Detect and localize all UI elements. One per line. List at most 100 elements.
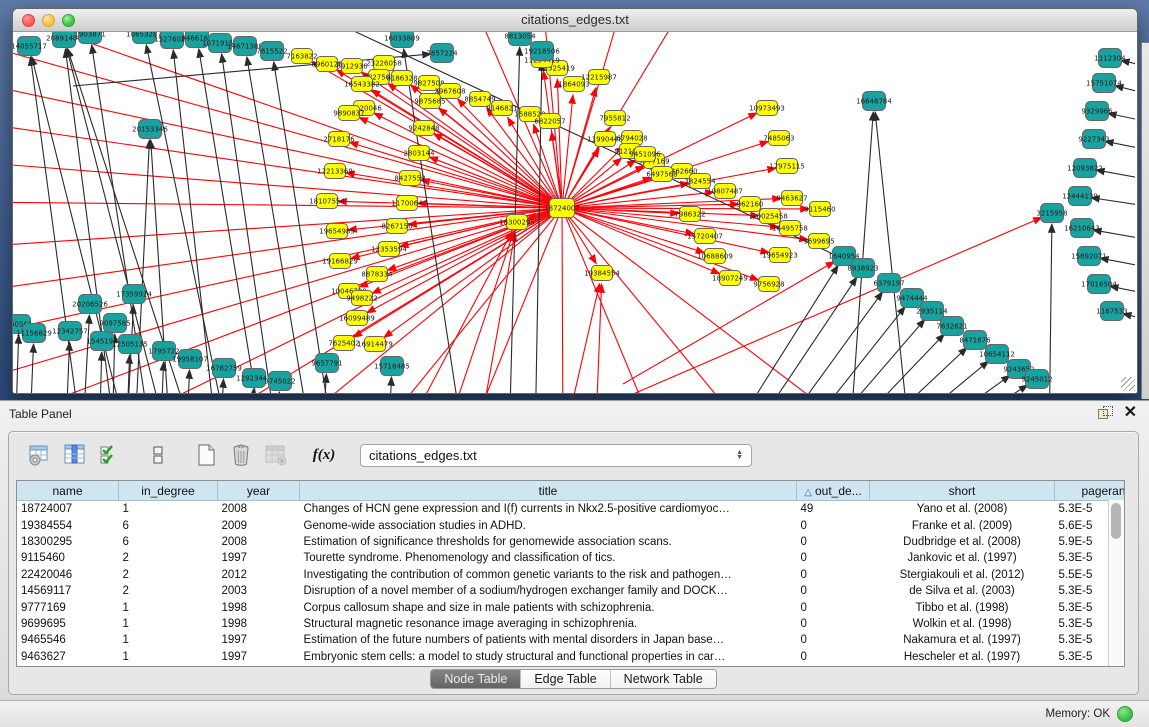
column-header-pagerank[interactable]: pagerank [1055,481,1126,501]
graph-node[interactable]: 7485063 [763,131,794,146]
table-row[interactable]: 2242004622012Investigating the contribut… [17,567,1125,583]
graph-node[interactable]: 15692071 [1071,247,1107,266]
graph-node[interactable]: 8938923 [847,259,878,278]
network-window-titlebar[interactable]: citations_edges.txt [13,9,1137,32]
create-column-icon[interactable] [193,442,219,468]
network-table-select[interactable]: citations_edges.txt ▲▼ [360,444,752,467]
table-row[interactable]: 1872400712008Changes of HCN gene express… [17,501,1125,518]
tab-node-table[interactable]: Node Table [431,670,521,688]
graph-node[interactable]: 9745022 [264,372,295,391]
graph-node[interactable]: 20206526 [72,295,108,314]
graph-node[interactable]: 962160 [737,197,764,212]
graph-node[interactable]: 1167533 [1096,302,1127,321]
graph-node[interactable]: 12093822 [1067,159,1103,178]
graph-node[interactable]: 19384554 [584,266,620,281]
sort-ascending-icon: △ [804,487,812,498]
zoom-window-button[interactable] [62,14,75,27]
graph-node[interactable]: 16099489 [339,311,375,326]
minimize-window-button[interactable] [42,14,55,27]
float-panel-icon[interactable] [1098,406,1112,420]
graph-node[interactable]: 12342757 [52,322,88,341]
scrollbar-thumb[interactable] [1111,503,1121,539]
column-header-year[interactable]: year [218,481,300,501]
graph-node[interactable]: 9227343 [1078,130,1109,149]
table-row[interactable]: 1938455462009Genome-wide association stu… [17,517,1125,533]
window-resize-grip[interactable] [1121,377,1135,391]
row-height-icon[interactable] [145,442,171,468]
show-columns-icon[interactable] [62,442,88,468]
network-canvas[interactable]: 1872400771638228960128891293623226058982… [13,32,1137,393]
graph-node[interactable]: 17359924 [116,285,152,304]
graph-node[interactable]: 9657791 [311,354,342,373]
graph-node[interactable]: 10807487 [707,184,743,199]
graph-node[interactable]: 7955812 [599,111,630,126]
column-header-out_de...[interactable]: △out_de... [797,481,870,501]
svg-text:6794028: 6794028 [616,135,647,143]
close-panel-icon[interactable]: ✕ [1124,406,1137,420]
graph-node[interactable]: 7632621 [936,317,967,336]
network-view-window[interactable]: citations_edges.txt 18724007716382289601… [12,8,1138,394]
graph-node[interactable]: 14055717 [13,37,47,56]
tab-edge-table[interactable]: Edge Table [521,670,610,688]
table-row[interactable]: 969969511998Structural magnetic resonanc… [17,616,1125,632]
graph-node[interactable]: 15751074 [1086,74,1122,93]
svg-text:7986322: 7986322 [674,211,705,219]
column-header-in_degree[interactable]: in_degree [119,481,218,501]
tab-network-table[interactable]: Network Table [611,670,716,688]
table-row[interactable]: 1830029562008Estimation of significance … [17,534,1125,550]
table-row[interactable]: 946554611997Estimation of the future num… [17,632,1125,648]
graph-node[interactable]: 6379197 [873,274,904,293]
select-all-icon[interactable] [97,442,123,468]
graph-node[interactable]: 23226058 [366,56,402,71]
graph-node[interactable]: 7857224 [426,44,458,63]
graph-node[interactable]: 1170064 [391,196,423,211]
graph-node[interactable]: 9463627 [776,191,807,206]
graph-node[interactable]: 19654923 [762,248,798,263]
column-header-short[interactable]: short [870,481,1055,501]
graph-node[interactable]: 16648784 [856,92,892,111]
graph-node[interactable]: 19654985 [319,224,355,239]
close-window-button[interactable] [22,14,35,27]
graph-node[interactable]: 19166829 [322,254,358,269]
graph-node[interactable]: 9756928 [753,277,784,292]
graph-node[interactable]: 17016504 [1081,275,1117,294]
graph-node[interactable]: 18724007 [544,199,580,218]
function-builder-icon[interactable]: f(x) [311,442,337,468]
table-type-segmented-control[interactable]: Node TableEdge TableNetwork Table [430,669,716,689]
delete-trash-icon[interactable] [228,442,254,468]
svg-text:12353594: 12353594 [371,246,407,254]
graph-node[interactable]: 12353594 [371,242,407,257]
graph-node[interactable]: 9097585 [99,314,130,333]
graph-node[interactable]: 16033809 [384,32,420,48]
graph-node[interactable]: 2803144 [403,146,435,161]
graph-node[interactable]: 8878334 [361,267,393,282]
select-arrows-icon: ▲▼ [736,450,743,460]
column-header-title[interactable]: title [300,481,797,501]
svg-text:12342757: 12342757 [52,328,88,336]
graph-node[interactable]: 10973493 [749,101,785,116]
vertical-scrollbar[interactable] [1108,500,1124,666]
graph-node[interactable]: 9329966 [1081,102,1113,121]
graph-node[interactable]: 7615522 [256,42,287,61]
graph-node[interactable]: 15718485 [374,357,410,376]
graph-node[interactable]: 8267150 [381,219,412,234]
graph-node[interactable]: 17975115 [769,159,805,174]
graph-node[interactable]: 10688609 [697,249,733,264]
node-table[interactable]: namein_degreeyeartitle△out_de...shortpag… [17,481,1125,665]
graph-node[interactable]: 9699695 [803,234,834,249]
graph-node[interactable]: 12444139 [1062,187,1098,206]
table-row[interactable]: 1456911722003Disruption of a novel membe… [17,583,1125,599]
table-settings-icon[interactable] [27,442,53,468]
column-header-name[interactable]: name [17,481,119,501]
table-row[interactable]: 911546021997Tourette syndrome. Phenomeno… [17,550,1125,566]
graph-node[interactable]: 16210643 [1064,219,1100,238]
table-row[interactable]: 946362711997Embryonic stem cells: a mode… [17,649,1125,665]
table-row[interactable]: 977716911998Corpus callosum shape and si… [17,599,1125,615]
graph-node[interactable]: 9245012 [1021,370,1052,389]
attribute-table[interactable]: namein_degreeyeartitle△out_de...shortpag… [16,480,1125,667]
graph-node[interactable]: 1112304 [1094,49,1126,68]
graph-node[interactable]: 9115460 [804,202,835,217]
graph-node[interactable]: 16914479 [357,337,393,352]
graph-node[interactable]: 3215958 [1036,204,1067,223]
graph-node[interactable]: 1903871 [74,32,105,44]
